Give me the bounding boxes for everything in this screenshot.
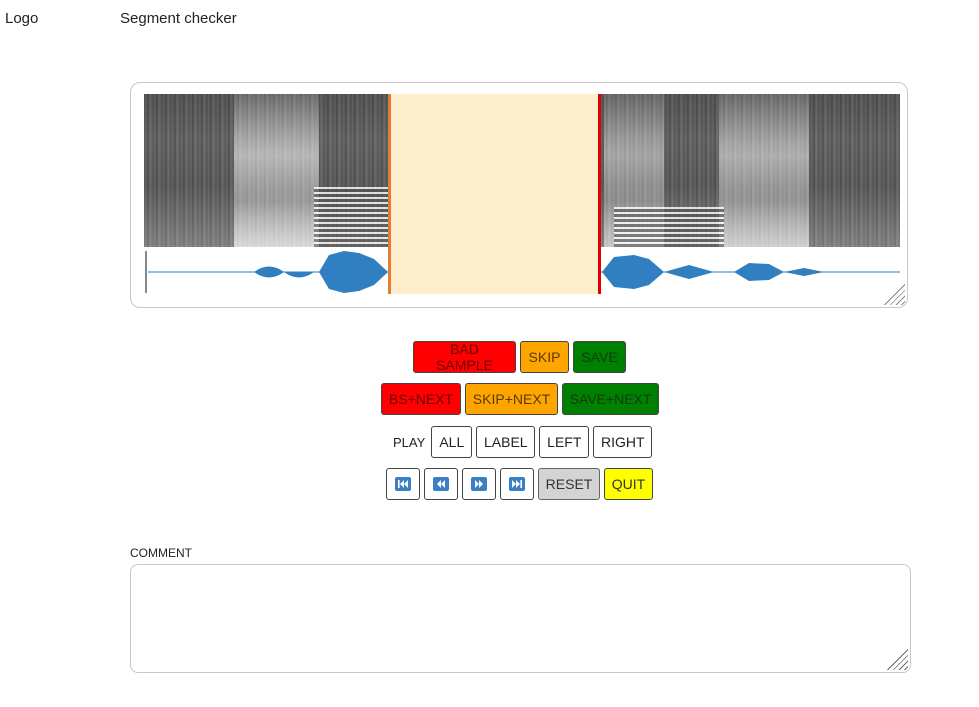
save-button[interactable]: SAVE [573, 341, 626, 373]
audio-visualization-panel[interactable] [130, 82, 908, 308]
skip-to-start-button[interactable] [386, 468, 420, 500]
segment-selection[interactable] [388, 94, 601, 294]
play-right-button[interactable]: RIGHT [593, 426, 653, 458]
fast-forward-button[interactable] [462, 468, 496, 500]
comment-label: COMMENT [130, 546, 192, 560]
quit-button[interactable]: QUIT [604, 468, 653, 500]
logo: Logo [5, 10, 39, 27]
rewind-button[interactable] [424, 468, 458, 500]
transport-row: RESET QUIT [386, 468, 653, 500]
skip-to-end-icon [509, 477, 525, 491]
play-row: PLAY ALL LABEL LEFT RIGHT [393, 426, 653, 458]
comment-field[interactable] [130, 564, 911, 673]
skip-to-end-button[interactable] [500, 468, 534, 500]
save-next-button[interactable]: SAVE+NEXT [562, 383, 659, 415]
play-label: PLAY [393, 434, 426, 450]
page-title: Segment checker [120, 10, 237, 27]
reset-button[interactable]: RESET [538, 468, 600, 500]
play-label-button[interactable]: LABEL [476, 426, 536, 458]
skip-next-button[interactable]: SKIP+NEXT [465, 383, 558, 415]
bs-next-button[interactable]: BS+NEXT [381, 383, 461, 415]
skip-to-start-icon [395, 477, 411, 491]
next-actions-row: BS+NEXT SKIP+NEXT SAVE+NEXT [381, 383, 659, 415]
primary-actions-row: BAD SAMPLE SKIP SAVE [413, 341, 626, 373]
play-all-button[interactable]: ALL [431, 426, 473, 458]
bad-sample-button[interactable]: BAD SAMPLE [413, 341, 516, 373]
play-left-button[interactable]: LEFT [539, 426, 590, 458]
fast-forward-icon [471, 477, 487, 491]
skip-button[interactable]: SKIP [520, 341, 569, 373]
rewind-icon [433, 477, 449, 491]
